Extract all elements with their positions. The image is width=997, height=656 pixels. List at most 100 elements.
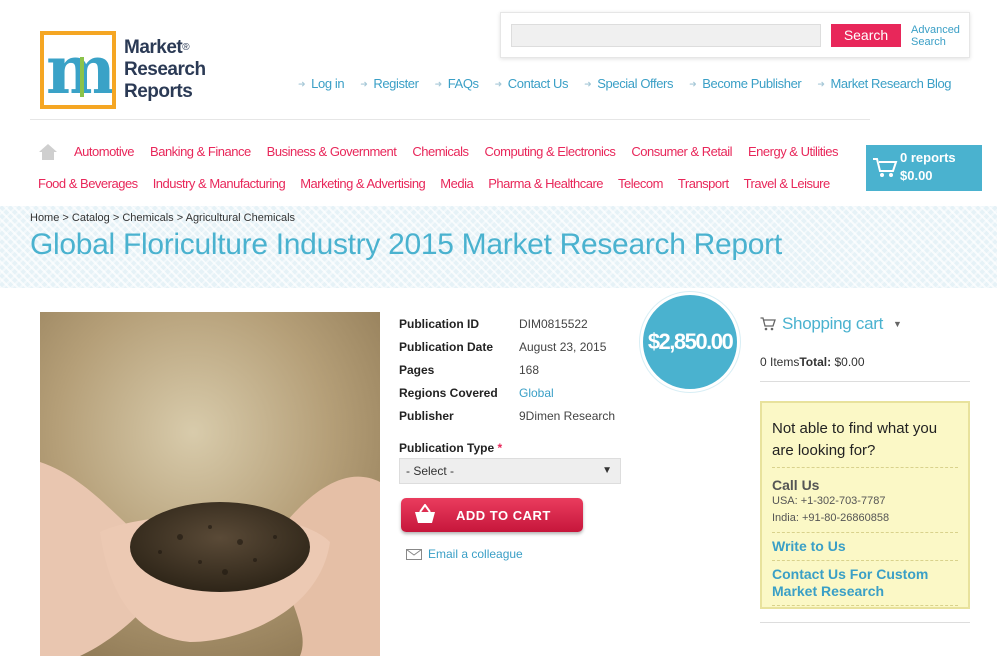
login-link[interactable]: ➜ Log in	[298, 76, 345, 91]
sidebar-divider	[760, 622, 970, 623]
category-media[interactable]: Media	[440, 176, 473, 191]
help-separator	[772, 605, 958, 606]
logo-registered: ®	[182, 42, 190, 53]
detail-label: Regions Covered	[399, 385, 498, 400]
publication-details: Publication ID DIM0815522 Publication Da…	[399, 312, 615, 427]
dropdown-arrow-icon: ▼	[602, 465, 612, 476]
cart-total: $0.00	[900, 168, 933, 183]
envelope-icon	[406, 548, 422, 560]
shopping-cart-summary: 0 ItemsTotal: $0.00	[760, 355, 865, 369]
email-colleague-link[interactable]: Email a colleague	[406, 547, 523, 561]
page-title: Global Floriculture Industry 2015 Market…	[30, 228, 782, 261]
arrow-icon: ➜	[360, 79, 368, 89]
header-cart-button[interactable]: 0 reports $0.00	[866, 145, 982, 191]
detail-label: Publication ID	[399, 316, 480, 331]
cart-total-value: $0.00	[834, 355, 865, 369]
cart-total-label: Total:	[799, 355, 832, 369]
cart-icon	[873, 158, 898, 177]
register-link[interactable]: ➜ Register	[360, 76, 419, 91]
contact-us-link[interactable]: ➜ Contact Us	[494, 76, 569, 91]
top-links: ➜ Log in ➜ Register ➜ FAQs ➜ Contact Us ➜ Spe…	[298, 76, 952, 91]
cart-icon	[760, 317, 776, 331]
advanced-search-line-1: Advanced	[911, 24, 960, 36]
help-question: Not able to find what you are looking fo…	[772, 420, 938, 459]
category-marketing-advertising[interactable]: Marketing & Advertising	[300, 176, 426, 191]
publication-type-select[interactable]: - Select - ▼	[399, 458, 621, 484]
category-consumer-retail[interactable]: Consumer & Retail	[631, 144, 732, 159]
advanced-search-link[interactable]: Advanced Search	[911, 24, 960, 48]
help-separator	[772, 532, 958, 533]
publication-type-label: Publication Type *	[399, 441, 502, 455]
write-to-us-link[interactable]: Write to Us	[772, 538, 958, 555]
detail-row-publication-id: Publication ID DIM0815522	[399, 312, 615, 335]
detail-value: 9Dimen Research	[519, 408, 616, 423]
basket-icon	[415, 504, 435, 523]
category-industry-manufacturing[interactable]: Industry & Manufacturing	[153, 176, 286, 191]
detail-row-regions: Regions Covered Global	[399, 381, 615, 404]
required-marker: *	[497, 441, 503, 455]
detail-value: August 23, 2015	[519, 339, 607, 354]
detail-row-publication-date: Publication Date August 23, 2015	[399, 335, 615, 358]
faqs-link[interactable]: ➜ FAQs	[435, 76, 479, 91]
region-global-link[interactable]: Global	[519, 386, 554, 400]
arrow-icon: ➜	[434, 79, 443, 89]
category-nav-row-2: Food & Beverages Industry & Manufacturin…	[38, 176, 830, 191]
logo-text: Market® Research Reports	[124, 37, 206, 103]
help-separator	[772, 560, 958, 561]
category-telecom[interactable]: Telecom	[618, 176, 663, 191]
category-automotive[interactable]: Automotive	[74, 144, 135, 159]
add-to-cart-label: ADD TO CART	[456, 508, 551, 523]
become-publisher-link[interactable]: ➜ Become Publisher	[689, 76, 802, 91]
arrow-icon: ➜	[689, 79, 697, 89]
faqs-label: FAQs	[447, 76, 479, 91]
category-pharma-healthcare[interactable]: Pharma & Healthcare	[488, 176, 603, 191]
arrow-icon: ➜	[494, 79, 503, 89]
breadcrumb[interactable]: Home > Catalog > Chemicals > Agricultura…	[30, 212, 295, 224]
blog-label: Market Research Blog	[830, 76, 952, 91]
cart-items-count: 0 Items	[760, 355, 800, 369]
detail-label: Pages	[399, 362, 435, 377]
logo-line-3: Reports	[124, 81, 193, 102]
register-label: Register	[373, 76, 419, 91]
arrow-icon: ➜	[298, 79, 306, 89]
header-divider	[30, 119, 870, 120]
category-transport[interactable]: Transport	[678, 176, 729, 191]
detail-row-publisher: Publisher 9Dimen Research	[399, 404, 615, 427]
category-nav-row-1: Automotive Banking & Finance Business & …	[74, 144, 838, 159]
product-image	[40, 312, 380, 656]
email-colleague-label: Email a colleague	[428, 547, 523, 561]
detail-row-pages: Pages 168	[399, 358, 615, 381]
shopping-cart-toggle[interactable]: Shopping cart ▼	[760, 314, 902, 334]
custom-research-link[interactable]: Contact Us For Custom Market Research	[772, 566, 958, 600]
category-banking-finance[interactable]: Banking & Finance	[150, 144, 251, 159]
publication-type-text: Publication Type	[399, 441, 495, 455]
category-travel-leisure[interactable]: Travel & Leisure	[744, 176, 831, 191]
blog-link[interactable]: ➜ Market Research Blog	[817, 76, 951, 91]
logo-mark-icon: m	[40, 31, 116, 109]
advanced-search-line-2: Search	[911, 36, 946, 48]
category-food-beverages[interactable]: Food & Beverages	[38, 176, 138, 191]
logo-line-1: Market	[124, 37, 183, 58]
special-offers-link[interactable]: ➜ Special Offers	[584, 76, 673, 91]
category-business-government[interactable]: Business & Government	[267, 144, 397, 159]
add-to-cart-button[interactable]: ADD TO CART	[401, 498, 583, 532]
detail-value: 168	[519, 362, 540, 377]
cart-count: 0 reports	[900, 150, 956, 165]
search-button[interactable]: Search	[831, 24, 901, 47]
login-label: Log in	[311, 76, 345, 91]
logo-line-2: Research	[124, 59, 206, 80]
arrow-icon: ➜	[584, 79, 592, 89]
become-publisher-label: Become Publisher	[702, 76, 802, 91]
search-panel: Search Advanced Search	[500, 12, 970, 58]
category-computing-electronics[interactable]: Computing & Electronics	[485, 144, 616, 159]
caret-down-icon: ▼	[893, 319, 902, 329]
category-energy-utilities[interactable]: Energy & Utilities	[748, 144, 838, 159]
category-chemicals[interactable]: Chemicals	[412, 144, 469, 159]
site-logo[interactable]: m Market® Research Reports	[40, 30, 215, 110]
home-icon[interactable]	[38, 143, 58, 161]
detail-value: DIM0815522	[519, 316, 588, 331]
detail-label: Publication Date	[399, 339, 494, 354]
search-input[interactable]	[511, 24, 821, 47]
hands-soil-image	[40, 312, 380, 656]
price-badge: $2,850.00	[640, 292, 740, 392]
